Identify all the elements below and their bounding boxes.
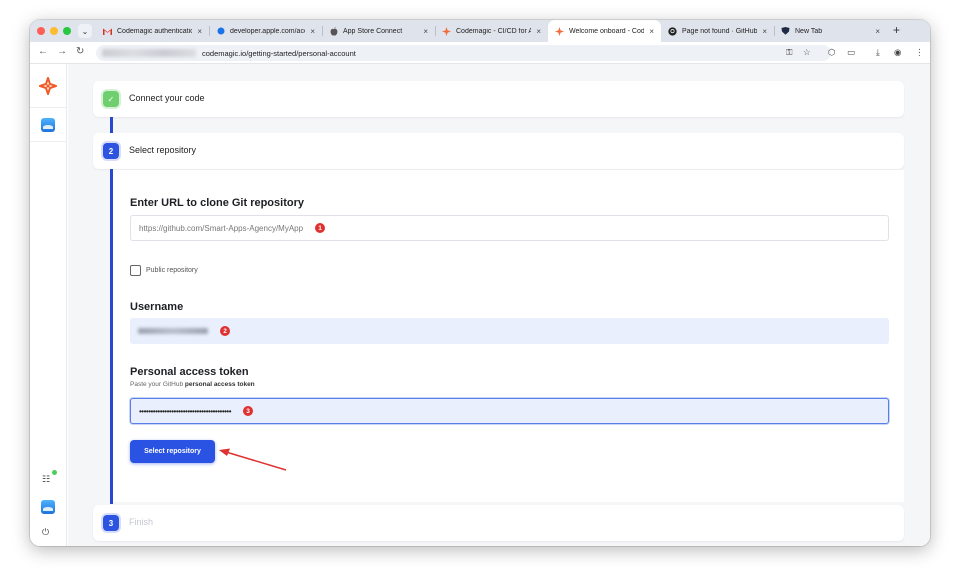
- username-label: Username: [130, 301, 184, 313]
- token-masked-value: ••••••••••••••••••••••••••••••••••••••••: [139, 406, 232, 416]
- builds-icon[interactable]: ☷: [42, 474, 50, 485]
- apple-icon: [329, 26, 338, 36]
- close-tab-icon[interactable]: ×: [875, 27, 880, 36]
- token-input[interactable]: ••••••••••••••••••••••••••••••••••••••••…: [130, 398, 889, 424]
- blurred-username: [138, 328, 208, 334]
- public-repository-label: Public repository: [146, 267, 198, 274]
- codemagic-logo-icon[interactable]: [39, 77, 57, 95]
- star-icon[interactable]: ☆: [803, 47, 811, 58]
- step-number-badge: 3: [103, 515, 119, 531]
- url-text: codemagic.io/getting-started/personal-ac…: [202, 48, 356, 58]
- key-icon[interactable]: ⚿: [786, 47, 792, 58]
- step-select-title: Select repository: [129, 145, 197, 155]
- forward-arrow-icon[interactable]: →: [57, 46, 67, 57]
- annotation-arrow-icon: [219, 448, 287, 471]
- address-bar[interactable]: codemagic.io/getting-started/personal-ac…: [96, 45, 831, 61]
- browser-toolbar: ← → ↻ codemagic.io/getting-started/perso…: [30, 42, 930, 64]
- sidebar-divider: [30, 141, 67, 142]
- repository-form-panel: Enter URL to clone Git repository https:…: [113, 170, 904, 502]
- extension-icon[interactable]: ⬡: [828, 47, 835, 58]
- annotation-marker-2: 2: [220, 326, 230, 336]
- close-tab-icon[interactable]: ×: [423, 27, 428, 36]
- browser-window: ⌄ Codemagic authentication × developer.a…: [30, 20, 930, 546]
- repository-url-input[interactable]: https://github.com/Smart-Apps-Agency/MyA…: [130, 215, 889, 241]
- maximize-window-button[interactable]: [63, 27, 71, 35]
- tab-welcome-onboard[interactable]: Welcome onboard - Codemagic ×: [548, 20, 661, 42]
- media-icon[interactable]: ▭: [847, 47, 855, 58]
- window-controls: [37, 27, 71, 35]
- tab-list: Codemagic authentication × developer.app…: [96, 20, 910, 42]
- sidebar-divider: [30, 107, 67, 108]
- main-content: ✓ Connect your code 2 Select repository …: [68, 64, 930, 546]
- menu-kebab-icon[interactable]: ⋮: [915, 47, 924, 58]
- close-tab-icon[interactable]: ×: [536, 27, 541, 36]
- step-connect-card[interactable]: ✓ Connect your code: [93, 81, 904, 117]
- token-hint: Paste your GitHub personal access token: [130, 381, 255, 388]
- codemagic-icon: [555, 26, 564, 36]
- public-repository-checkbox[interactable]: [130, 265, 141, 276]
- close-tab-icon[interactable]: ×: [197, 27, 202, 36]
- gmail-icon: [103, 27, 112, 36]
- app-sidebar: ☷ ⏻: [30, 64, 67, 546]
- apple-dev-icon: [216, 27, 225, 36]
- blurred-url-segment: [102, 49, 196, 57]
- power-icon[interactable]: ⏻: [42, 527, 49, 538]
- profile-icon[interactable]: ◉: [894, 47, 901, 58]
- url-placeholder: https://github.com/Smart-Apps-Agency/MyA…: [139, 223, 304, 233]
- tab-apple-developer[interactable]: developer.apple.com/account ×: [209, 20, 322, 42]
- team-avatar[interactable]: [41, 118, 55, 132]
- back-arrow-icon[interactable]: ←: [38, 46, 48, 57]
- annotation-marker-1: 1: [315, 223, 326, 233]
- new-tab-icon: [781, 27, 790, 36]
- step-connector-line: [110, 117, 113, 133]
- reload-icon[interactable]: ↻: [76, 46, 84, 57]
- step-number-badge: 2: [103, 143, 119, 159]
- step-select-card[interactable]: 2 Select repository: [93, 133, 904, 169]
- close-tab-icon[interactable]: ×: [310, 27, 315, 36]
- status-dot: [52, 470, 57, 475]
- tab-search-chevron-icon[interactable]: ⌄: [78, 24, 92, 38]
- close-tab-icon[interactable]: ×: [762, 27, 767, 36]
- username-input[interactable]: 2: [130, 318, 889, 344]
- new-tab-button[interactable]: +: [893, 23, 900, 37]
- close-window-button[interactable]: [37, 27, 45, 35]
- step-connect-title: Connect your code: [129, 93, 205, 103]
- download-icon[interactable]: ⤓: [876, 47, 880, 58]
- tab-codemagic-cicd[interactable]: Codemagic - CI/CD for Android ×: [435, 20, 548, 42]
- step-finish-title: Finish: [129, 517, 154, 527]
- tab-strip: ⌄ Codemagic authentication × developer.a…: [30, 20, 930, 42]
- tab-github[interactable]: Page not found · GitHub ×: [661, 20, 774, 42]
- annotation-marker-3: 3: [243, 406, 254, 416]
- select-repository-button[interactable]: Select repository: [130, 440, 215, 463]
- tab-gmail[interactable]: Codemagic authentication ×: [96, 20, 209, 42]
- token-label: Personal access token: [130, 366, 249, 378]
- url-label: Enter URL to clone Git repository: [130, 197, 304, 209]
- user-avatar[interactable]: [41, 500, 55, 514]
- codemagic-icon: [442, 26, 451, 36]
- github-icon: [668, 26, 677, 36]
- close-tab-icon[interactable]: ×: [649, 27, 654, 36]
- minimize-window-button[interactable]: [50, 27, 58, 35]
- tab-app-store-connect[interactable]: App Store Connect ×: [322, 20, 435, 42]
- step-finish-card[interactable]: 3 Finish: [93, 505, 904, 541]
- tab-new-tab[interactable]: New Tab ×: [774, 20, 887, 42]
- check-icon: ✓: [103, 91, 119, 107]
